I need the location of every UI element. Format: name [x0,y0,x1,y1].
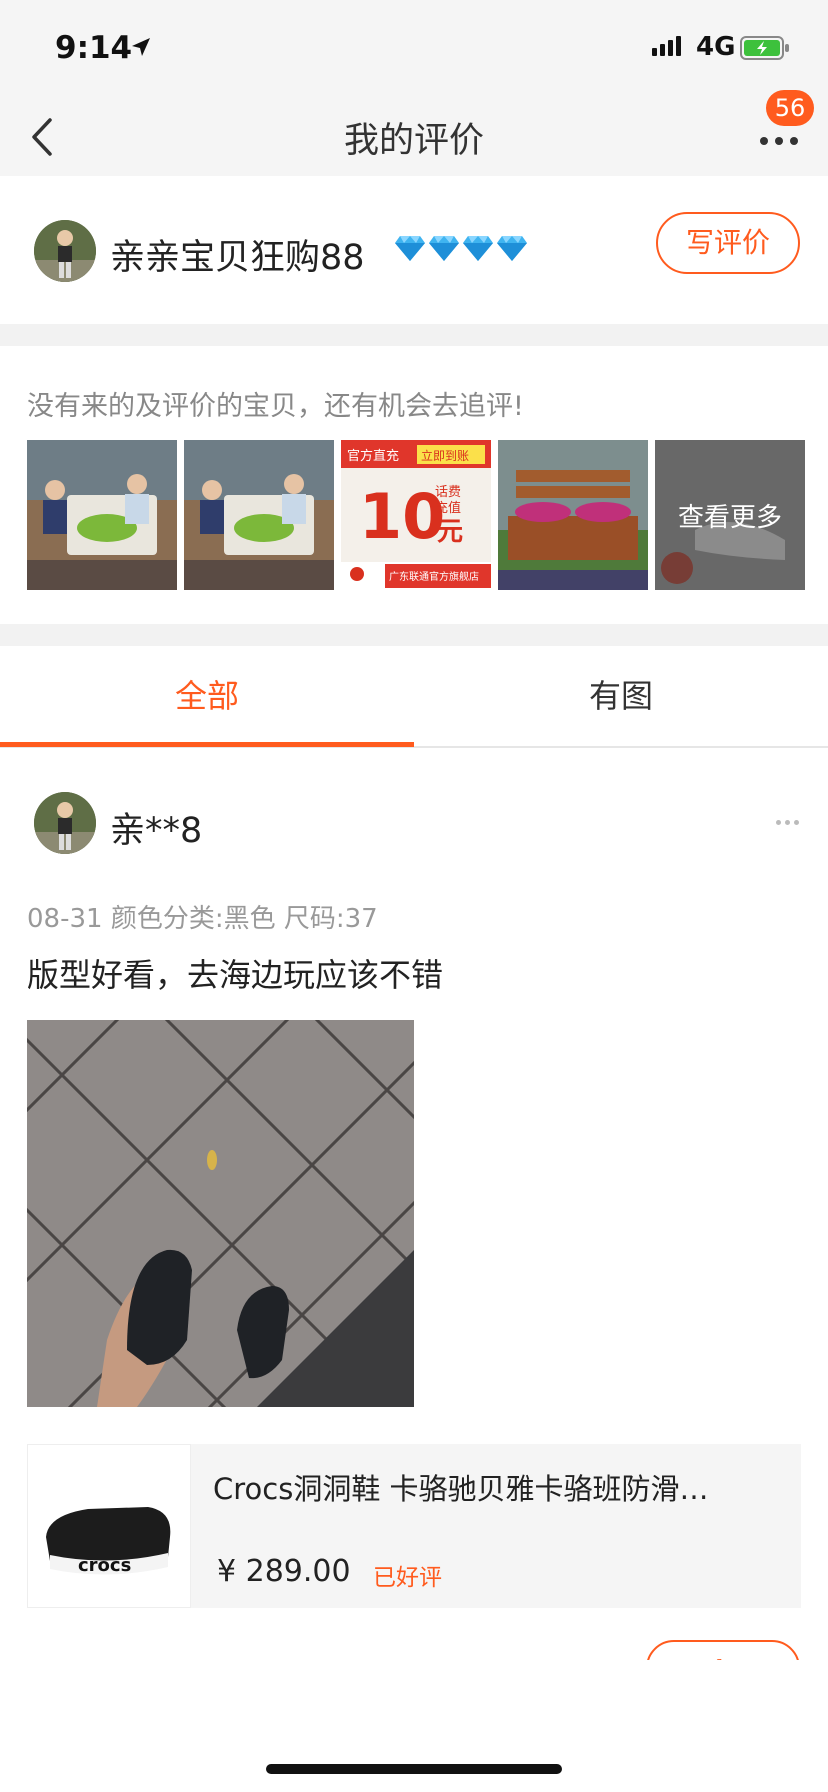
ad-tag-1: 话费 [435,485,461,500]
network-type: 4G [696,32,736,62]
review-options-icon[interactable] [776,820,799,825]
pending-item-thumbnail[interactable] [27,440,177,590]
more-dots-icon[interactable] [760,126,810,156]
see-more-label: 查看更多 [655,440,805,590]
edit-icon: ✎ [713,1654,733,1660]
section-divider [0,624,828,646]
ad-top-left: 官方直充 [347,448,399,464]
product-title: Crocs洞洞鞋 卡骆驰贝雅卡骆班防滑… [213,1472,709,1506]
pending-hint: 没有来的及评价的宝贝，还有机会去追评! [27,391,524,422]
profile-header: 亲亲宝贝狂购88 写评价 [0,176,828,324]
location-arrow-icon [132,38,150,56]
product-brand: crocs [78,1555,131,1576]
review-filter-tabs: 全部 有图 [0,646,828,748]
active-tab-indicator [0,742,414,747]
product-image[interactable]: crocs [27,1444,191,1608]
product-card[interactable]: crocs Crocs洞洞鞋 卡骆驰贝雅卡骆班防滑… ¥ 289.00 已好评 [27,1444,801,1608]
tab-all[interactable]: 全部 [0,646,414,746]
ad-unit: 元 [437,517,463,547]
section-divider [0,324,828,346]
ad-tag-2: 充值 [435,500,461,516]
ad-top-right: 立即到账 [421,448,469,463]
profile-name: 亲亲宝贝狂购88 [110,238,365,278]
page-title: 我的评价 [343,121,484,161]
see-more-thumbnail[interactable]: 查看更多 [655,440,805,590]
pending-item-thumbnail[interactable] [498,440,648,590]
ad-amount: 10 [359,480,445,553]
review-status: 已好评 [373,1565,442,1591]
battery-icon [740,36,789,60]
member-level-diamonds [394,234,528,262]
reviewer-name: 亲**8 [110,811,203,851]
diamond-icon [497,236,527,261]
review-meta: 08-31 颜色分类:黑色 尺码:37 [27,904,378,934]
pending-reviews-section: 没有来的及评价的宝贝，还有机会去追评! 官方直充 立即到账 10 话费 充值 元… [0,346,828,624]
navigation-bar: 我的评价 56 [0,90,828,176]
ad-shop: 广东联通官方旗舰店 [389,570,479,583]
write-follow-up-button[interactable]: ✎ [646,1640,800,1660]
reviewer-avatar[interactable] [34,792,96,854]
review-photo[interactable] [27,1020,414,1407]
pending-item-thumbnail[interactable] [184,440,334,590]
tab-with-photos[interactable]: 有图 [414,646,828,746]
diamond-icon [395,236,425,261]
product-price: ¥ 289.00 [217,1554,351,1589]
diamond-icon [463,236,493,261]
home-indicator [266,1764,562,1774]
review-card: 亲**8 08-31 颜色分类:黑色 尺码:37 版型好看，去海边玩应该不错 c… [0,750,828,1660]
review-text: 版型好看，去海边玩应该不错 [27,956,444,994]
pending-item-thumbnail[interactable]: 官方直充 立即到账 10 话费 充值 元 广东联通官方旗舰店 [341,440,491,590]
status-time: 9:14 [55,30,133,66]
diamond-icon [429,236,459,261]
signal-icon [652,36,681,56]
avatar[interactable] [34,220,96,282]
status-bar: 9:14 4G [0,0,828,100]
write-review-button[interactable]: 写评价 [656,212,800,274]
notification-badge: 56 [766,90,814,126]
